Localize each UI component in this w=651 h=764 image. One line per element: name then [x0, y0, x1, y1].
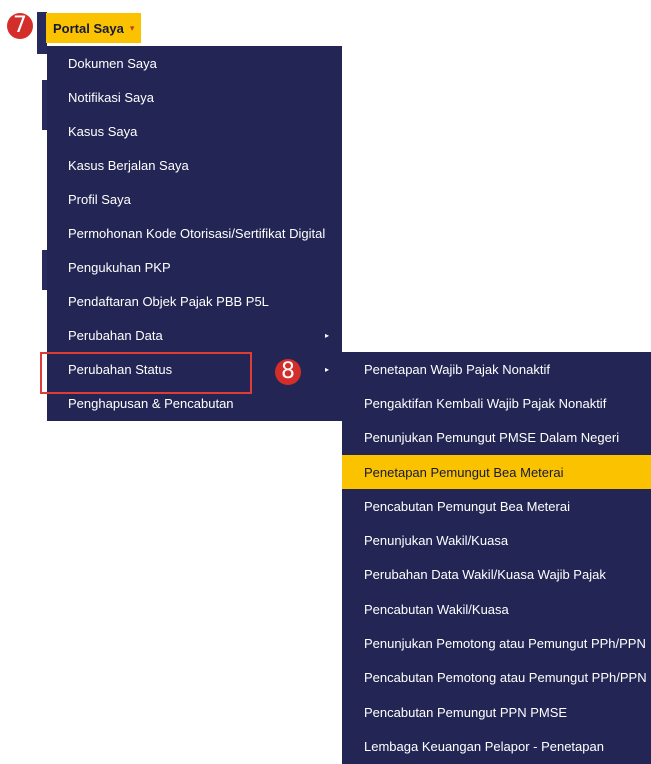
submenu-item-penunjukan-pemotong-pph-ppn[interactable]: Penunjukan Pemotong atau Pemungut PPh/PP…	[342, 626, 651, 660]
submenu-item-penetapan-wp-nonaktif[interactable]: Penetapan Wajib Pajak Nonaktif	[342, 352, 651, 386]
menu-item-label: Pencabutan Pemungut Bea Meterai	[364, 498, 570, 514]
submenu-item-pencabutan-pemungut-ppn-pmse[interactable]: Pencabutan Pemungut PPN PMSE	[342, 695, 651, 729]
menu-item-label: Pencabutan Pemungut PPN PMSE	[364, 704, 568, 720]
step-badge-8: 8	[275, 359, 301, 385]
menu-item-label: Penetapan Pemungut Bea Meterai	[364, 464, 564, 480]
menu-item-pengukuhan-pkp[interactable]: Pengukuhan PKP	[47, 250, 342, 284]
menu-item-pendaftaran-objek-pajak[interactable]: Pendaftaran Objek Pajak PBB P5L	[47, 284, 342, 318]
menu-item-label: Lembaga Keuangan Pelapor - Penetapan	[364, 738, 604, 754]
submenu-item-pencabutan-pemungut-bea-meterai[interactable]: Pencabutan Pemungut Bea Meterai	[342, 489, 651, 523]
portal-saya-dropdown-button[interactable]: Portal Saya ▾	[46, 13, 141, 43]
menu-item-label: Perubahan Status	[68, 361, 173, 377]
submenu-item-perubahan-data-wakil-kuasa[interactable]: Perubahan Data Wakil/Kuasa Wajib Pajak	[342, 558, 651, 592]
menu-item-label: Perubahan Data	[68, 327, 163, 343]
menu-item-label: Penghapusan & Pencabutan	[68, 395, 234, 411]
submenu-item-penunjukan-wakil-kuasa[interactable]: Penunjukan Wakil/Kuasa	[342, 523, 651, 557]
menu-item-permohonan-kode-otorisasi[interactable]: Permohonan Kode Otorisasi/Sertifikat Dig…	[47, 216, 342, 250]
menu-item-label: Dokumen Saya	[68, 55, 157, 71]
menu-item-dokumen-saya[interactable]: Dokumen Saya	[47, 46, 342, 80]
submenu-arrow-icon: ▸	[324, 364, 329, 374]
menu-item-perubahan-data[interactable]: Perubahan Data ▸	[47, 318, 342, 352]
menu-item-label: Notifikasi Saya	[68, 89, 154, 105]
menu-item-label: Pengaktifan Kembali Wajib Pajak Nonaktif	[364, 395, 607, 411]
menu-item-label: Kasus Berjalan Saya	[68, 157, 189, 173]
menu-item-penghapusan-pencabutan[interactable]: Penghapusan & Pencabutan	[47, 386, 342, 420]
step-badge-7: 7	[7, 13, 33, 39]
caret-down-icon: ▾	[129, 22, 135, 33]
menu-item-label: Permohonan Kode Otorisasi/Sertifikat Dig…	[68, 225, 326, 241]
submenu-arrow-icon: ▸	[324, 330, 329, 340]
menu-item-label: Pengukuhan PKP	[68, 259, 171, 275]
menu-item-label: Pencabutan Pemotong atau Pemungut PPh/PP…	[364, 670, 647, 686]
menu-item-label: Perubahan Data Wakil/Kuasa Wajib Pajak	[364, 567, 606, 583]
menu-item-label: Kasus Saya	[68, 123, 138, 139]
menu-item-kasus-berjalan-saya[interactable]: Kasus Berjalan Saya	[47, 148, 342, 182]
submenu-item-penetapan-pemungut-bea-meterai[interactable]: Penetapan Pemungut Bea Meterai	[342, 454, 651, 490]
menu-item-label: Penunjukan Pemotong atau Pemungut PPh/PP…	[364, 636, 646, 652]
submenu-item-lembaga-keuangan-pelapor[interactable]: Lembaga Keuangan Pelapor - Penetapan	[342, 729, 651, 763]
perubahan-status-submenu: Penetapan Wajib Pajak Nonaktif Pengaktif…	[342, 352, 651, 764]
menu-item-label: Profil Saya	[68, 191, 131, 207]
menu-item-kasus-saya[interactable]: Kasus Saya	[47, 114, 342, 148]
menu-item-label: Penunjukan Wakil/Kuasa	[364, 533, 509, 549]
portal-saya-label: Portal Saya	[53, 20, 124, 36]
submenu-item-pencabutan-wakil-kuasa[interactable]: Pencabutan Wakil/Kuasa	[342, 592, 651, 626]
menu-item-label: Penetapan Wajib Pajak Nonaktif	[364, 361, 550, 377]
menu-item-profil-saya[interactable]: Profil Saya	[47, 182, 342, 216]
submenu-item-pengaktifan-kembali-wp[interactable]: Pengaktifan Kembali Wajib Pajak Nonaktif	[342, 386, 651, 420]
menu-item-label: Penunjukan Pemungut PMSE Dalam Negeri	[364, 430, 620, 446]
submenu-item-pencabutan-pemotong-pph-ppn[interactable]: Pencabutan Pemotong atau Pemungut PPh/PP…	[342, 661, 651, 695]
menu-item-label: Pendaftaran Objek Pajak PBB P5L	[68, 293, 269, 309]
menu-item-label: Pencabutan Wakil/Kuasa	[364, 601, 509, 617]
submenu-item-penunjukan-pemungut-pmse[interactable]: Penunjukan Pemungut PMSE Dalam Negeri	[342, 421, 651, 455]
menu-item-notifikasi-saya[interactable]: Notifikasi Saya	[47, 80, 342, 114]
